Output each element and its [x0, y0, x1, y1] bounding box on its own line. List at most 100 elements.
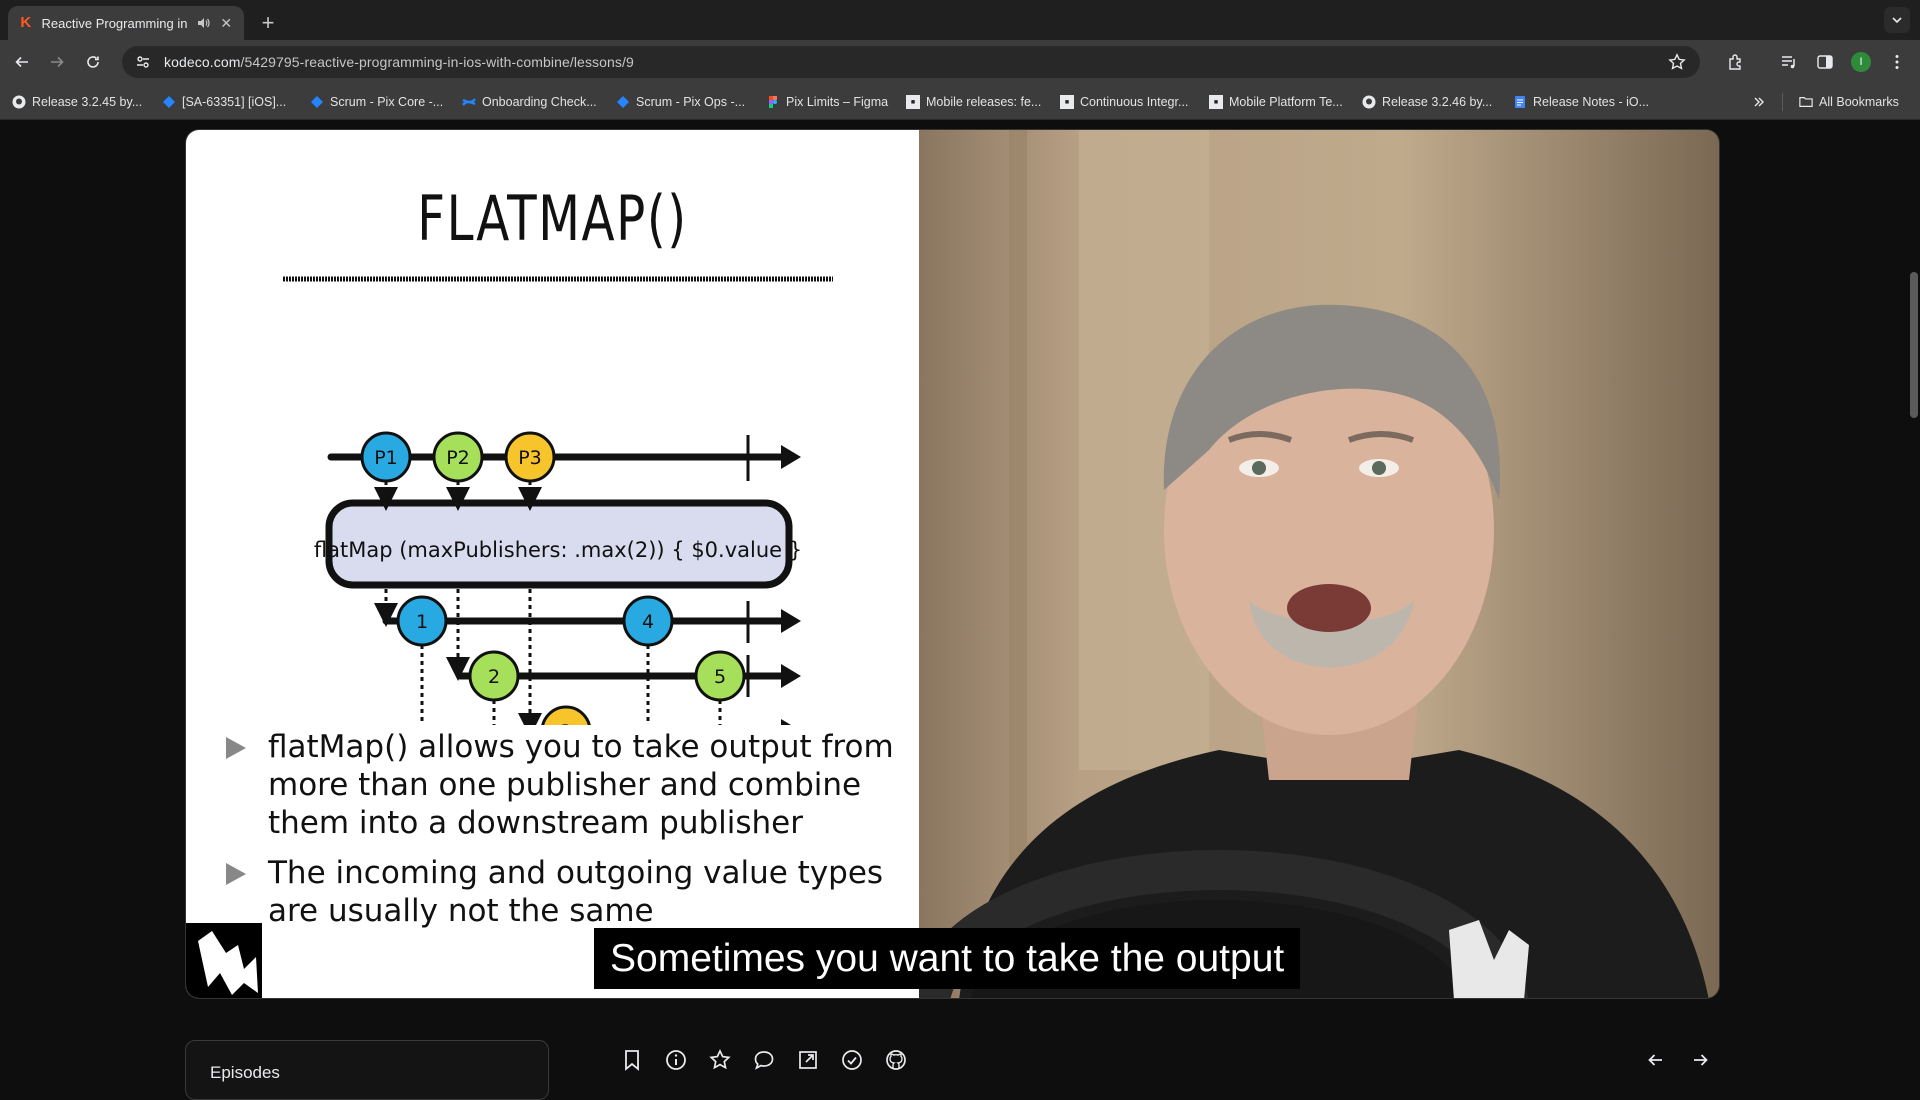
all-bookmarks-label: All Bookmarks	[1819, 95, 1899, 109]
all-bookmarks-button[interactable]: All Bookmarks	[1782, 93, 1899, 111]
lesson-slide: FLATMAP() flatMap (maxPublishers: .max(2…	[186, 130, 919, 998]
puzzle-icon	[1729, 54, 1741, 70]
bookmark-label: Onboarding Check...	[482, 95, 597, 109]
video-player[interactable]: FLATMAP() flatMap (maxPublishers: .max(2…	[185, 129, 1720, 999]
tab-icon: ■	[906, 95, 920, 109]
marble-diagram: flatMap (maxPublishers: .max(2)) { $0.va…	[314, 431, 802, 725]
instructor-illustration	[919, 130, 1719, 998]
extensions-button[interactable]	[1722, 48, 1750, 76]
bookmark-icon	[625, 1050, 639, 1071]
bookmark-label: Scrum - Pix Ops -...	[636, 95, 746, 109]
bookmark-item[interactable]: Release 3.2.45 by...	[12, 93, 142, 111]
bookmark-button[interactable]	[618, 1046, 646, 1074]
tab-strip: K Reactive Programming in iOS with Combi…	[0, 0, 1920, 40]
bullet-item: flatMap() allows you to take output from…	[226, 728, 916, 842]
previous-lesson-button[interactable]	[1642, 1046, 1670, 1074]
address-bar[interactable]: kodeco.com/5429795-reactive-programming-…	[122, 46, 1700, 78]
row3-arrow	[781, 719, 791, 725]
bookmark-label: Pix Limits – Figma	[786, 95, 889, 109]
github-icon	[886, 1050, 906, 1070]
next-lesson-button[interactable]	[1686, 1046, 1714, 1074]
bookmark-item[interactable]: ■ Continuous Integr...	[1060, 93, 1188, 111]
row2-arrow	[781, 664, 801, 688]
bookmark-label: Release 3.2.45 by...	[32, 95, 143, 109]
more-bookmarks-button[interactable]	[1752, 93, 1766, 111]
chevron-down-icon	[1892, 17, 1902, 24]
svg-text:2: 2	[488, 666, 500, 688]
kodeco-favicon-icon: K	[20, 14, 32, 31]
media-controls-button[interactable]	[1775, 48, 1803, 76]
info-button[interactable]	[662, 1046, 690, 1074]
bullet-arrow-icon	[226, 863, 246, 885]
svg-text:1: 1	[416, 611, 428, 633]
jira-icon	[616, 95, 630, 109]
video-caption: Sometimes you want to take the output	[594, 928, 1301, 989]
speaker-icon[interactable]	[195, 15, 211, 31]
tab-title: Reactive Programming in iOS with Combine	[41, 15, 187, 31]
browser-menu-button[interactable]	[1883, 48, 1911, 76]
open-external-icon	[799, 1051, 817, 1069]
bookmark-star-icon[interactable]	[1668, 53, 1686, 76]
marble-row2-5: 5	[694, 650, 746, 702]
browser-tab-active[interactable]: K Reactive Programming in iOS with Combi…	[8, 6, 244, 40]
reload-button[interactable]	[79, 48, 107, 76]
bullet-item: The incoming and outgoing value types ar…	[226, 854, 916, 930]
bookmark-item[interactable]: [SA-63351] [iOS]...	[162, 93, 286, 111]
marble-row2-2: 2	[468, 650, 520, 702]
avatar: I	[1851, 52, 1871, 72]
slide-bullets: flatMap() allows you to take output from…	[226, 728, 916, 942]
bookmark-item[interactable]: Onboarding Check...	[462, 93, 597, 111]
marble-input-P1: P1	[360, 431, 412, 483]
site-settings-icon[interactable]	[134, 53, 152, 71]
bookmark-label: Mobile releases: fe...	[926, 95, 1042, 109]
forward-button[interactable]	[43, 48, 71, 76]
open-external-button[interactable]	[794, 1046, 822, 1074]
bookmark-item[interactable]: Pix Limits – Figma	[766, 93, 888, 111]
operator-label: flatMap (maxPublishers: .max(2)) { $0.va…	[314, 538, 802, 562]
marble-row1-4: 4	[622, 595, 674, 647]
scrollbar-thumb[interactable]	[1910, 272, 1918, 418]
double-chevron-icon	[1754, 97, 1764, 107]
svg-text:3: 3	[560, 721, 572, 725]
bullet-arrow-icon	[226, 737, 246, 759]
url-text: kodeco.com/5429795-reactive-programming-…	[164, 54, 634, 70]
scrollbar[interactable]	[1906, 120, 1920, 1080]
bookmark-item[interactable]: Scrum - Pix Ops -...	[616, 93, 745, 111]
new-tab-button[interactable]: +	[254, 9, 282, 37]
github-icon	[12, 95, 26, 109]
reload-icon	[87, 56, 99, 68]
check-circle-icon	[842, 1050, 862, 1070]
side-panel-icon	[1817, 55, 1833, 69]
svg-text:5: 5	[714, 666, 726, 688]
episodes-panel[interactable]: Episodes	[185, 1040, 549, 1100]
close-tab-icon[interactable]: ✕	[218, 15, 234, 31]
marble-input-P3: P3	[504, 431, 556, 483]
browser-toolbar: kodeco.com/5429795-reactive-programming-…	[0, 40, 1920, 84]
bullet-text: The incoming and outgoing value types ar…	[268, 855, 884, 929]
mark-complete-button[interactable]	[838, 1046, 866, 1074]
bookmark-item[interactable]: Release Notes - iO...	[1513, 93, 1649, 111]
rate-button[interactable]	[706, 1046, 734, 1074]
arrow-right-icon	[51, 56, 64, 68]
kebab-menu-icon	[1895, 55, 1899, 69]
jira-icon	[162, 95, 176, 109]
bookmark-item[interactable]: Scrum - Pix Core -...	[310, 93, 443, 111]
tab-search-button[interactable]	[1884, 7, 1910, 33]
comments-button[interactable]	[750, 1046, 778, 1074]
svg-text:4: 4	[642, 611, 654, 633]
docs-icon	[1513, 95, 1527, 109]
github-button[interactable]	[882, 1046, 910, 1074]
tab-icon: ■	[1060, 95, 1074, 109]
comment-icon	[754, 1051, 774, 1070]
side-panel-button[interactable]	[1811, 48, 1839, 76]
lesson-actions	[618, 1046, 910, 1074]
profile-button[interactable]: I	[1847, 48, 1875, 76]
bookmark-item[interactable]: ■ Mobile releases: fe...	[906, 93, 1041, 111]
back-button[interactable]	[8, 48, 36, 76]
slide-title: FLATMAP()	[417, 182, 688, 255]
arrow-left-icon	[15, 56, 28, 68]
github-icon	[1362, 95, 1376, 109]
bookmark-item[interactable]: ■ Mobile Platform Te...	[1209, 93, 1343, 111]
bookmark-item[interactable]: Release 3.2.46 by...	[1362, 93, 1492, 111]
bookmarks-bar: Release 3.2.45 by... [SA-63351] [iOS]...…	[0, 84, 1920, 120]
